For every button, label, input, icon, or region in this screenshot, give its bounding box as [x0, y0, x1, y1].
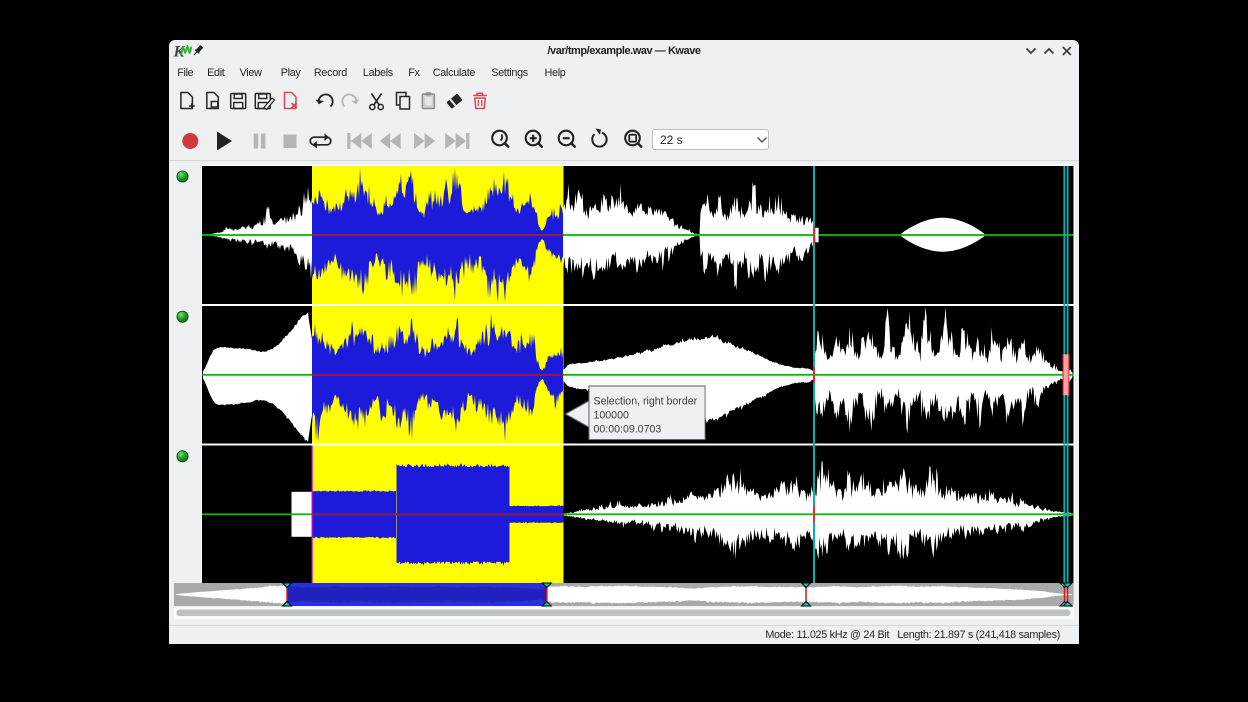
svg-text:K: K — [173, 44, 186, 61]
svg-text:100000: 100000 — [594, 410, 629, 422]
svg-text:Selection, right border: Selection, right border — [594, 396, 698, 408]
svg-text:00:00:09.0703: 00:00:09.0703 — [594, 424, 662, 436]
